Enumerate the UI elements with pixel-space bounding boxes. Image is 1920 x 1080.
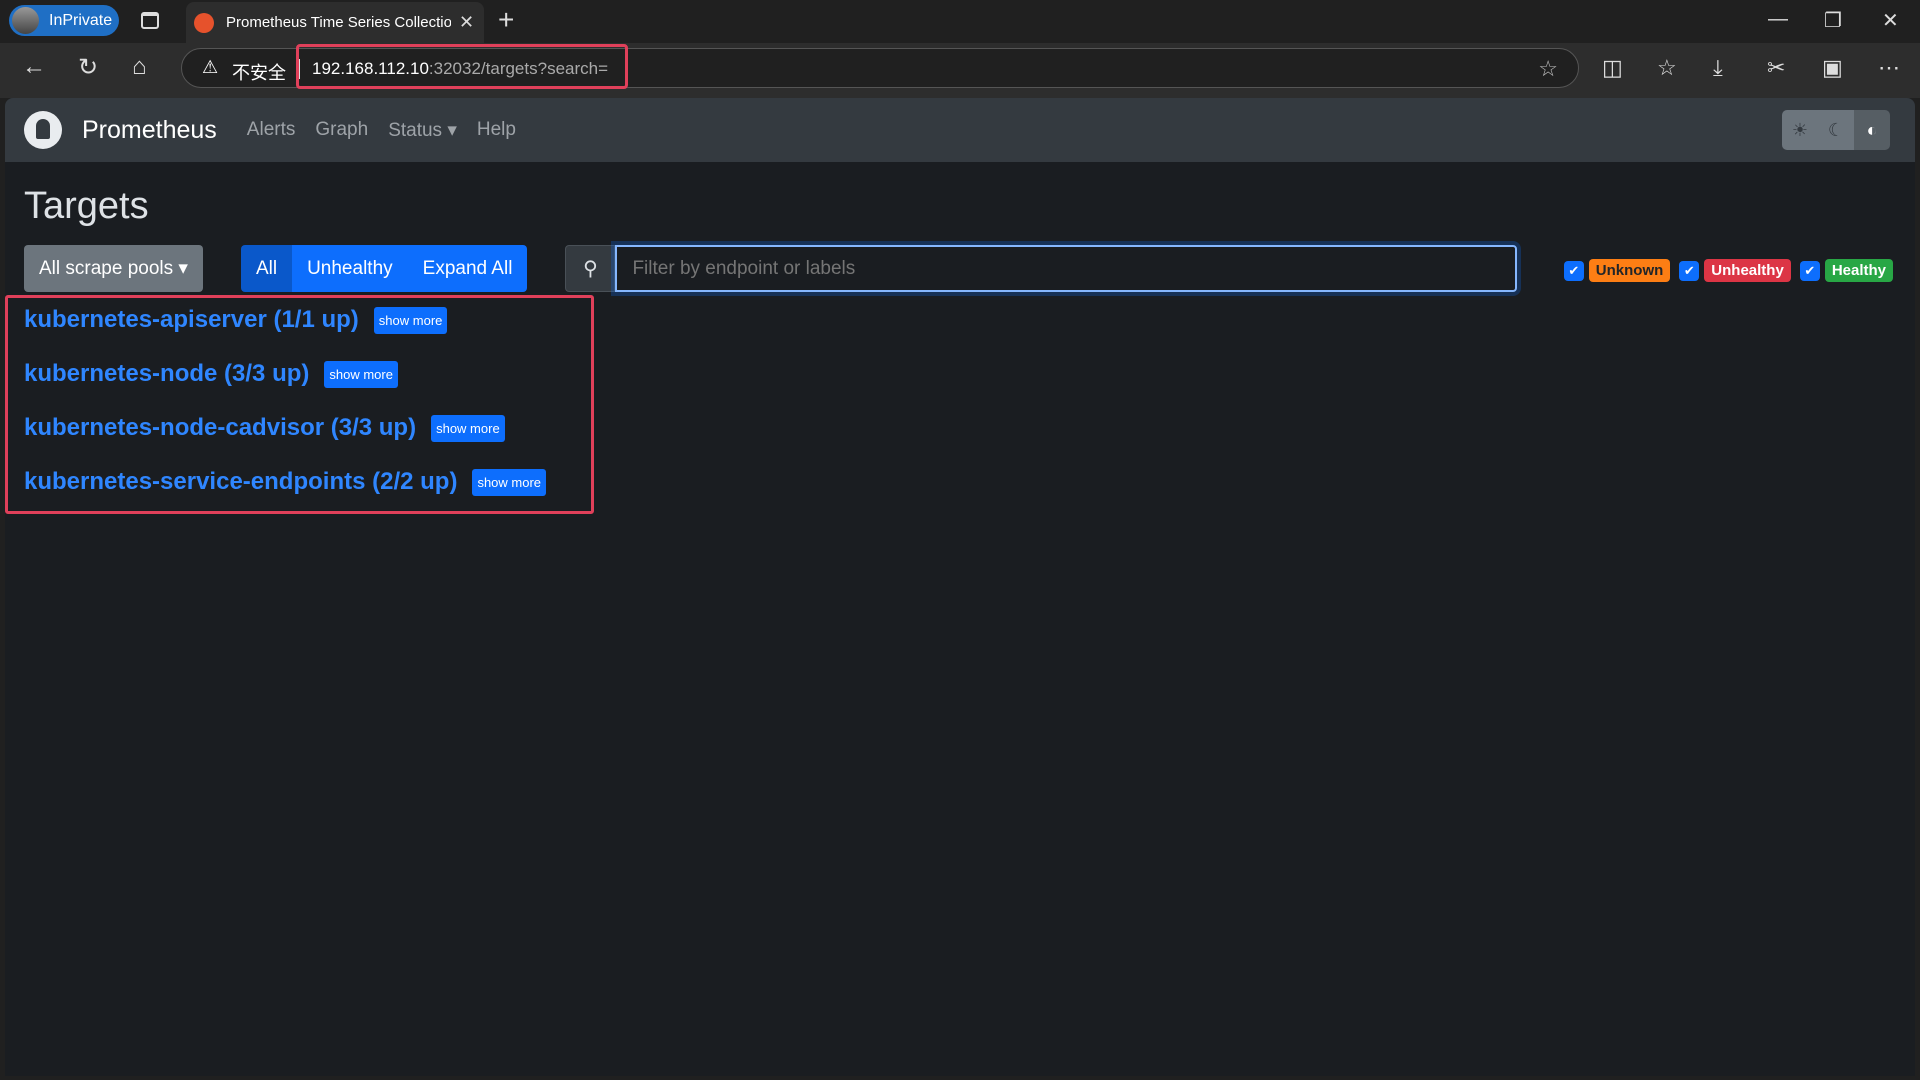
pool-link[interactable]: kubernetes-node-cadvisor (3/3 up) — [24, 414, 416, 442]
light-theme-icon[interactable]: ☀ — [1782, 110, 1818, 150]
nav-status-label: Status — [388, 119, 443, 141]
favorites-icon[interactable]: ☆ — [1657, 55, 1677, 81]
minimize-button[interactable]: — — [1768, 8, 1788, 31]
screenshot-icon[interactable]: ✂ — [1767, 55, 1785, 81]
tab-title: Prometheus Time Series Collection and Pr… — [226, 14, 451, 31]
inprivate-label: InPrivate — [49, 11, 113, 29]
more-menu-icon[interactable]: ⋯ — [1878, 55, 1900, 81]
pool-link[interactable]: kubernetes-service-endpoints (2/2 up) — [24, 468, 457, 496]
insecure-label[interactable]: 不安全 — [232, 59, 286, 85]
nav-status[interactable]: Status ▾ — [388, 119, 457, 142]
nav-help[interactable]: Help — [477, 119, 516, 141]
tab-bar: InPrivate Prometheus Time Series Collect… — [0, 0, 1920, 43]
page-title: Targets — [24, 185, 149, 227]
restore-button[interactable]: ❐ — [1824, 8, 1842, 33]
pool-item: kubernetes-service-endpoints (2/2 up) sho… — [24, 468, 547, 496]
nav-alerts[interactable]: Alerts — [247, 119, 296, 141]
favorite-star-icon[interactable]: ☆ — [1538, 56, 1558, 82]
download-icon[interactable]: ⤓ — [1713, 55, 1723, 81]
search-icon: ⚲ — [565, 245, 616, 292]
warning-icon: ⚠ — [202, 57, 219, 77]
scrape-pools-label: All scrape pools — [39, 257, 174, 279]
new-tab-button[interactable]: + — [498, 4, 514, 36]
pool-link[interactable]: kubernetes-apiserver (1/1 up) — [24, 306, 359, 334]
prometheus-logo-icon[interactable] — [24, 111, 62, 149]
expand-all-button[interactable]: Expand All — [407, 245, 528, 292]
back-button[interactable]: ← — [22, 53, 46, 81]
show-more-button[interactable]: show more — [324, 360, 398, 388]
scrape-pools-dropdown[interactable]: All scrape pools ▾ — [24, 245, 203, 292]
unknown-checkbox[interactable]: ✔ — [1563, 260, 1584, 281]
filter-button-group: All Unhealthy Expand All — [240, 245, 528, 292]
show-more-button[interactable]: show more — [472, 468, 547, 496]
pool-item: kubernetes-node (3/3 up) show more — [24, 360, 398, 388]
collections-icon[interactable]: ▣ — [1822, 55, 1843, 81]
show-more-button[interactable]: show more — [373, 306, 448, 334]
filter-input[interactable] — [615, 245, 1518, 292]
navbar: Prometheus Alerts Graph Status ▾ Help ☀ … — [5, 98, 1915, 162]
filter-unhealthy-button[interactable]: Unhealthy — [292, 245, 408, 292]
dark-theme-icon[interactable]: ☾ — [1818, 110, 1854, 150]
filter-all-button[interactable]: All — [240, 245, 293, 292]
prometheus-page: Prometheus Alerts Graph Status ▾ Help ☀ … — [5, 98, 1915, 1076]
healthy-checkbox[interactable]: ✔ — [1799, 260, 1820, 281]
pool-item: kubernetes-node-cadvisor (3/3 up) show mo… — [24, 414, 505, 442]
show-more-button[interactable]: show more — [431, 414, 505, 442]
pool-item: kubernetes-apiserver (1/1 up) show more — [24, 306, 448, 334]
avatar — [12, 7, 39, 34]
healthy-badge: Healthy — [1824, 259, 1893, 282]
home-button[interactable]: ⌂ — [132, 53, 147, 81]
url-highlight — [296, 44, 628, 89]
address-row: ← ↻ ⌂ ⚠ 不安全 192.168.112.10:32032/targets… — [0, 43, 1920, 98]
split-screen-icon[interactable]: ◫ — [1602, 55, 1623, 81]
theme-toggle: ☀ ☾ ◐ — [1782, 110, 1890, 150]
unknown-badge: Unknown — [1588, 259, 1671, 282]
health-filters: ✔ Unknown ✔ Unhealthy ✔ Healthy — [1563, 259, 1897, 282]
nav-graph[interactable]: Graph — [315, 119, 368, 141]
unhealthy-badge: Unhealthy — [1704, 259, 1791, 282]
pool-link[interactable]: kubernetes-node (3/3 up) — [24, 360, 309, 388]
unhealthy-checkbox[interactable]: ✔ — [1679, 260, 1700, 281]
close-tab-icon[interactable]: ✕ — [459, 12, 474, 33]
refresh-button[interactable]: ↻ — [78, 53, 98, 82]
tab-actions-icon[interactable] — [141, 12, 159, 29]
inprivate-badge[interactable]: InPrivate — [9, 5, 119, 36]
auto-theme-icon[interactable]: ◐ — [1854, 110, 1890, 150]
close-window-button[interactable]: ✕ — [1882, 8, 1899, 33]
prometheus-favicon-icon — [194, 12, 214, 33]
browser-tab[interactable]: Prometheus Time Series Collection and Pr… — [186, 2, 484, 43]
brand[interactable]: Prometheus — [82, 116, 217, 145]
